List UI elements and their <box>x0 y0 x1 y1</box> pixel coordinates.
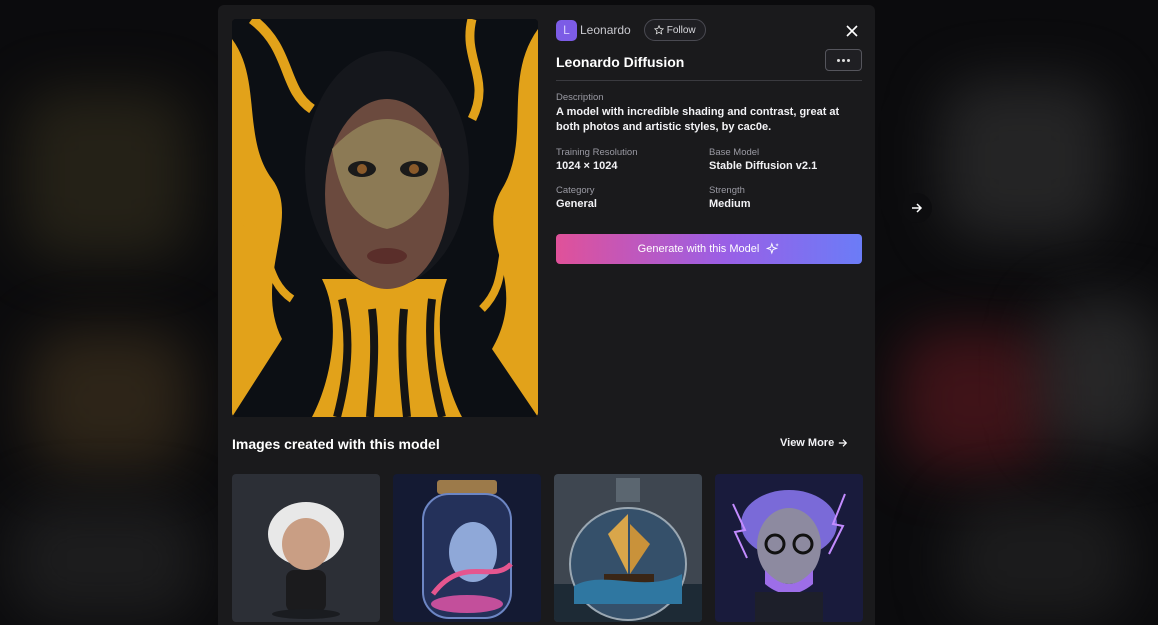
sparkle-icon <box>766 242 780 255</box>
author-avatar[interactable]: L <box>556 19 577 41</box>
generate-label: Generate with this Model <box>637 243 760 255</box>
training-resolution-label: Training Resolution <box>556 147 638 158</box>
strength-value: Medium <box>709 198 751 210</box>
arrow-right-icon <box>839 439 848 447</box>
thumbnail-einstein-figure[interactable] <box>232 474 380 622</box>
next-model-button[interactable] <box>902 193 932 223</box>
more-options-button[interactable] <box>825 49 862 71</box>
follow-button[interactable]: Follow <box>643 19 706 41</box>
model-info-panel: L Leonardo Follow Leonardo Diffusion Des… <box>556 19 862 264</box>
generate-with-model-button[interactable]: Generate with this Model <box>556 234 862 264</box>
model-hero-image <box>232 19 538 417</box>
description-text: A model with incredible shading and cont… <box>556 106 840 133</box>
divider <box>556 80 862 81</box>
model-title: Leonardo Diffusion <box>556 54 685 70</box>
training-resolution-value: 1024 × 1024 <box>556 160 618 172</box>
description-label: Description <box>556 92 604 103</box>
close-button[interactable] <box>842 21 862 41</box>
base-model-value: Stable Diffusion v2.1 <box>709 160 818 172</box>
author-row: L Leonardo Follow <box>556 19 862 41</box>
arrow-right-icon <box>912 203 923 213</box>
category-value: General <box>556 198 597 210</box>
thumbnail-lightning-old-man[interactable] <box>715 474 863 622</box>
base-model-label: Base Model <box>709 147 760 158</box>
category-label: Category <box>556 185 595 196</box>
view-more-label: View More <box>780 437 835 449</box>
ellipsis-icon <box>837 58 840 62</box>
thumbnail-ship-in-bottle[interactable] <box>554 474 702 622</box>
gallery-thumbnails <box>232 474 863 622</box>
gallery-title: Images created with this model <box>232 436 440 452</box>
star-icon <box>653 25 664 35</box>
author-name[interactable]: Leonardo <box>580 23 631 37</box>
model-detail-modal: L Leonardo Follow Leonardo Diffusion Des… <box>218 5 875 625</box>
strength-label: Strength <box>709 185 745 196</box>
thumbnail-cat-in-jar[interactable] <box>393 474 541 622</box>
view-more-link[interactable]: View More <box>780 437 848 449</box>
close-icon <box>846 25 858 37</box>
follow-label: Follow <box>666 24 696 36</box>
model-specs: Training Resolution 1024 × 1024 Base Mod… <box>556 147 862 210</box>
